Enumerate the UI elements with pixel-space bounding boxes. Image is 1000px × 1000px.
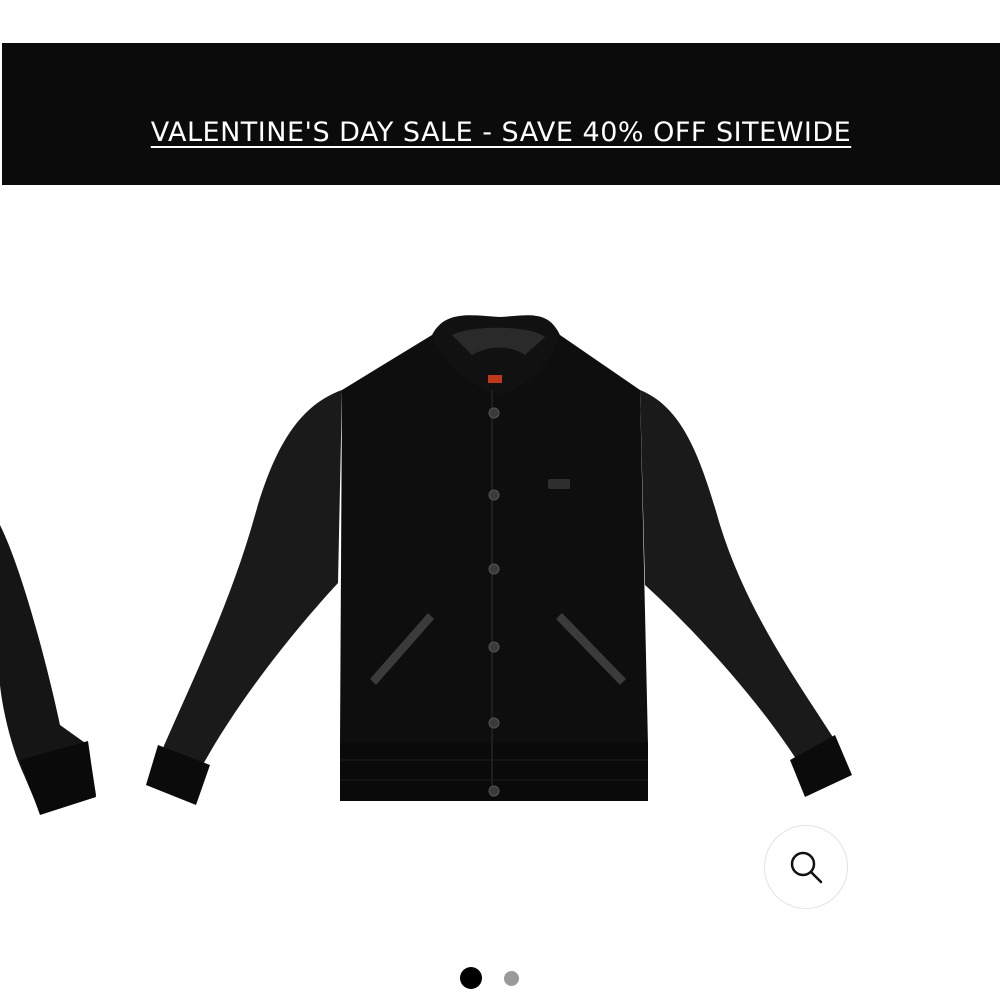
zoom-button[interactable] xyxy=(764,825,848,909)
product-image[interactable] xyxy=(0,185,1000,945)
slide-indicators xyxy=(0,967,1000,989)
jacket-chest-patch xyxy=(548,479,570,489)
promo-link[interactable]: VALENTINE'S DAY SALE - SAVE 40% OFF SITE… xyxy=(2,117,1000,148)
jacket-left-sleeve xyxy=(160,390,342,770)
jacket-body xyxy=(340,335,648,745)
promo-banner[interactable]: VALENTINE'S DAY SALE - SAVE 40% OFF SITE… xyxy=(2,43,1000,185)
jacket-right-sleeve xyxy=(640,390,838,765)
product-gallery[interactable] xyxy=(0,185,1000,1000)
slide-dot-2[interactable] xyxy=(503,970,519,986)
product-page: VALENTINE'S DAY SALE - SAVE 40% OFF SITE… xyxy=(0,0,1000,1000)
slide-dot-1[interactable] xyxy=(459,967,482,989)
magnifying-glass-icon xyxy=(790,851,823,884)
previous-slide-sleeve xyxy=(0,525,96,815)
